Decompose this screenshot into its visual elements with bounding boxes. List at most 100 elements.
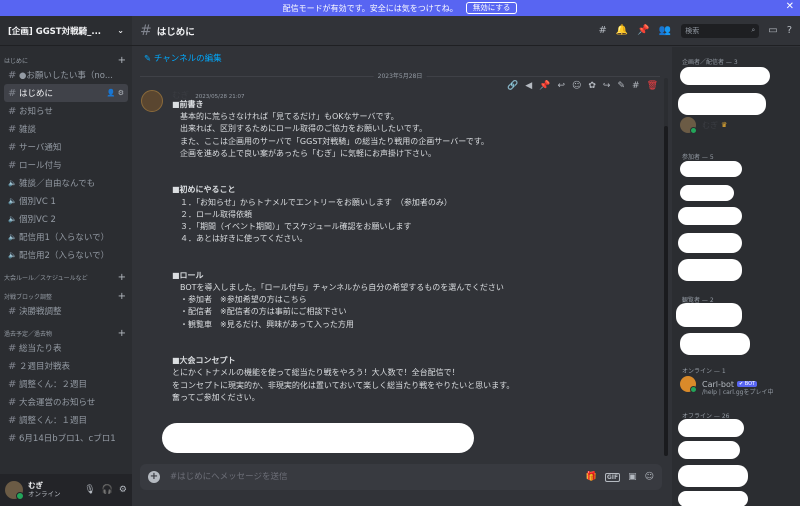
- edit-icon[interactable]: ✎: [617, 81, 625, 91]
- emoji-icon[interactable]: ☺: [645, 472, 654, 482]
- link-icon[interactable]: 🔗: [507, 81, 518, 91]
- disable-streamer-mode-button[interactable]: 無効にする: [465, 2, 518, 14]
- sticker-icon[interactable]: ▣: [628, 472, 637, 482]
- message-author-avatar[interactable]: [141, 90, 163, 112]
- forward-icon[interactable]: ↪: [603, 81, 611, 91]
- sidebar-channel-item[interactable]: 🔈 配信用1（入らないで）: [4, 228, 128, 246]
- sidebar-channel-item[interactable]: # 総当たり表: [4, 339, 128, 357]
- message-line: [172, 343, 652, 355]
- channel-category[interactable]: 対戦ブロック調整 +: [0, 290, 132, 302]
- hash-icon: #: [8, 123, 17, 135]
- channel-label: 調整くん：２週目: [19, 380, 88, 390]
- avatar: [680, 117, 697, 134]
- sidebar-channel-item[interactable]: # はじめに 👤 ⚙: [4, 84, 128, 102]
- category-label: 過去予定／過去物: [4, 330, 53, 338]
- add-channel-icon[interactable]: +: [118, 55, 126, 66]
- sidebar-channel-item[interactable]: # 調整くん：１週目: [4, 411, 128, 429]
- message-line: 奮ってご参加ください。: [172, 392, 260, 402]
- message-line: ■大会コンセプト: [172, 356, 236, 366]
- headphones-icon[interactable]: 🎧: [102, 485, 113, 495]
- sidebar-channel-item[interactable]: 🔈 個別VC 2: [4, 210, 128, 228]
- gear-icon[interactable]: ⚙: [119, 485, 127, 495]
- crown-icon: ♛: [721, 121, 728, 129]
- gif-icon[interactable]: GIF: [604, 472, 621, 482]
- apps-icon[interactable]: ✿: [588, 81, 596, 91]
- microphone-icon[interactable]: 🎙: [84, 485, 95, 495]
- redacted-member: [678, 233, 742, 253]
- hash-icon: #: [8, 305, 17, 317]
- hash-icon: #: [8, 105, 17, 117]
- hash-icon: #: [8, 360, 17, 372]
- discord-window: 配信モードが有効です。安全には気をつけてね。 無効にする ✕ [企画] GGST…: [0, 0, 800, 506]
- pin-icon[interactable]: 📌: [637, 25, 649, 36]
- sidebar-channel-item[interactable]: # ●お願いしたい事（no...: [4, 66, 128, 84]
- message-line: 基本的に荒らさなければ「見てるだけ」もOKなサーバです。: [172, 112, 399, 122]
- scrollbar-thumb[interactable]: [664, 126, 668, 456]
- channel-category[interactable]: はじめに +: [0, 54, 132, 66]
- close-icon[interactable]: ✕: [786, 1, 794, 12]
- server-header[interactable]: [企画] GGST対戦騎_... ⌄: [0, 16, 132, 46]
- gift-icon[interactable]: 🎁: [586, 472, 597, 482]
- redacted-member: [678, 93, 766, 115]
- message-line: また、ここは企画用のサーバで「GGST対戦騎」の総当たり戦用の企画サーバーです。: [172, 136, 489, 146]
- trash-icon[interactable]: 🗑: [647, 81, 658, 91]
- date-divider: 2023年5月28日: [140, 71, 660, 80]
- mark-unread-icon[interactable]: ◀: [525, 81, 532, 91]
- search-input[interactable]: 検索 ⌕: [681, 23, 760, 38]
- sidebar-channel-item[interactable]: # ロール付与: [4, 156, 128, 174]
- channel-list: はじめに + # ●お願いしたい事（no... # はじめに 👤 ⚙ # お知らせ # 雑談 # サーバ…: [0, 47, 132, 474]
- username: むぎ: [28, 481, 43, 490]
- help-icon[interactable]: ?: [787, 25, 792, 36]
- sidebar-channel-item[interactable]: #6月14日bブロ1、cブロ1: [4, 429, 128, 447]
- member-list-icon[interactable]: 👥: [659, 25, 671, 36]
- user-panel: むぎ オンライン 🎙 🎧 ⚙: [0, 474, 132, 506]
- threads-icon[interactable]: #: [598, 25, 606, 36]
- message-line: ４．あとは好きに使ってください。: [172, 234, 308, 244]
- thread-icon[interactable]: #: [632, 81, 640, 91]
- member-name: むぎ: [702, 120, 718, 130]
- user-info[interactable]: むぎ オンライン: [28, 481, 78, 499]
- member-item-carl-bot[interactable]: Carl-bot ✔ BOT /help | carl.ggをプレイ中: [680, 376, 773, 396]
- sidebar-channel-item[interactable]: # 雑談: [4, 120, 128, 138]
- message-line: １．「お知らせ」からトナメルでエントリーをお願いします （参加者のみ）: [172, 197, 452, 207]
- message-composer: + 🎁 GIF ▣ ☺: [140, 464, 662, 490]
- reply-icon[interactable]: ↩: [557, 81, 565, 91]
- hash-icon: #: [8, 396, 17, 408]
- add-channel-icon[interactable]: +: [118, 291, 126, 302]
- add-channel-icon[interactable]: +: [118, 272, 126, 283]
- add-channel-icon[interactable]: +: [118, 328, 126, 339]
- channel-category[interactable]: 大会ルール／スケジュールなど +: [0, 271, 132, 283]
- channel-title: はじめに: [156, 26, 195, 38]
- sidebar-channel-item[interactable]: # 調整くん：２週目: [4, 375, 128, 393]
- sidebar-channel-item[interactable]: 🔈 雑談／自由なんでも: [4, 174, 128, 192]
- sidebar-channel-item[interactable]: 🔈 個別VC 1: [4, 192, 128, 210]
- add-attachment-icon[interactable]: +: [148, 471, 160, 483]
- message-line: [172, 331, 652, 343]
- redacted-area: [162, 423, 474, 453]
- avatar[interactable]: [5, 481, 24, 500]
- message-line: [172, 258, 652, 270]
- bell-icon[interactable]: 🔔: [616, 25, 628, 36]
- streamer-mode-banner: 配信モードが有効です。安全には気をつけてね。 無効にする ✕: [0, 0, 800, 16]
- add-reaction-icon[interactable]: ☺: [572, 81, 581, 91]
- message-line: ・配信者 ※配信者の方は事前にご相談下さい: [172, 307, 347, 317]
- speaker-icon: 🔈: [8, 197, 17, 205]
- sidebar-channel-item[interactable]: # お知らせ: [4, 102, 128, 120]
- sidebar-channel-item[interactable]: # 決勝戦調整: [4, 302, 128, 320]
- sidebar-channel-item[interactable]: #２週目対戦表: [4, 357, 128, 375]
- message-line: BOTを導入しました。「ロール付与」チャンネルから自分の希望するものを選んでくだ…: [172, 283, 504, 293]
- channel-label: 個別VC 2: [19, 215, 56, 225]
- message-input[interactable]: [170, 472, 578, 482]
- channel-label: 大会運営のお知らせ: [19, 398, 96, 408]
- speaker-icon: 🔈: [8, 179, 17, 187]
- member-item[interactable]: むぎ ♛: [680, 117, 728, 134]
- sidebar-channel-item[interactable]: # 大会運営のお知らせ: [4, 393, 128, 411]
- inbox-icon[interactable]: ▭: [768, 25, 777, 36]
- pin-message-icon[interactable]: 📌: [539, 81, 550, 91]
- edit-channel-link[interactable]: ✎ チャンネルの編集: [144, 52, 222, 64]
- sidebar-channel-item[interactable]: # サーバ通知: [4, 138, 128, 156]
- hash-icon: #: [8, 378, 17, 390]
- channel-category[interactable]: 過去予定／過去物 +: [0, 327, 132, 339]
- sidebar-channel-item[interactable]: 🔈 配信用2（入らないで）: [4, 246, 128, 264]
- channel-settings-icon[interactable]: 👤 ⚙: [107, 89, 124, 97]
